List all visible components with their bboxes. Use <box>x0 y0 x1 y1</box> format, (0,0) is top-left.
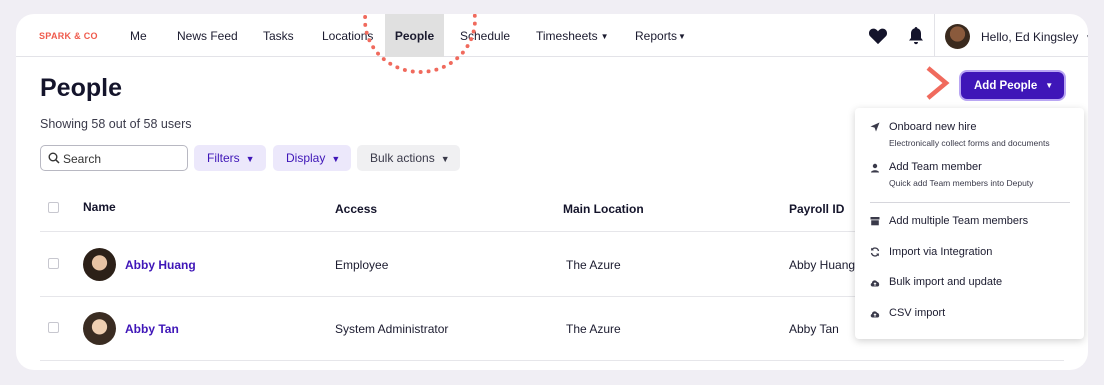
caret-down-icon: ▼ <box>600 32 609 41</box>
brand-logo[interactable]: SPARK & CO <box>39 31 98 41</box>
select-all-checkbox[interactable] <box>48 202 59 213</box>
location-cell: The Azure <box>566 258 621 272</box>
add-people-button[interactable]: Add People ▼ <box>961 72 1064 99</box>
nav-item-reports-label: Reports <box>635 29 678 43</box>
add-people-label: Add People <box>974 80 1038 92</box>
store-icon <box>870 217 880 226</box>
access-cell: System Administrator <box>335 322 449 336</box>
cloud-upload-icon <box>870 280 880 287</box>
chevron-down-icon: ▼ <box>331 154 341 164</box>
menu-item-label: CSV import <box>889 307 946 319</box>
bulk-actions-label: Bulk actions <box>370 151 435 165</box>
chevron-down-icon: ▼ <box>440 154 450 164</box>
location-cell: The Azure <box>566 322 621 336</box>
filters-label: Filters <box>207 151 240 165</box>
avatar <box>83 248 116 281</box>
column-header-main-location[interactable]: Main Location <box>563 202 644 216</box>
heart-icon[interactable] <box>868 27 888 45</box>
menu-item-label: Add Team member <box>889 161 982 173</box>
search-icon <box>48 152 60 164</box>
avatar <box>83 312 116 345</box>
nav-item-timesheets-label: Timesheets <box>536 29 598 43</box>
top-nav: SPARK & CO Me News Feed Tasks Locations … <box>16 14 1088 74</box>
menu-item-description: Electronically collect forms and documen… <box>889 138 1050 148</box>
display-button[interactable]: Display ▼ <box>273 145 351 171</box>
bulk-actions-button[interactable]: Bulk actions ▼ <box>357 145 460 171</box>
menu-item-bulk-import-and-update[interactable]: Bulk import and update <box>855 272 1084 296</box>
bell-icon[interactable] <box>908 26 924 45</box>
nav-item-news-feed[interactable]: News Feed <box>177 14 238 57</box>
menu-item-csv-import[interactable]: CSV import <box>855 303 1084 327</box>
row-divider <box>40 360 1064 361</box>
nav-item-timesheets[interactable]: Timesheets ▼ <box>536 14 609 57</box>
payroll-id-cell: Abby Huang <box>789 258 856 272</box>
column-header-name[interactable]: Name <box>83 200 116 214</box>
pointer-chevron-icon <box>926 66 950 100</box>
menu-item-description: Quick add Team members into Deputy <box>889 178 1034 188</box>
filters-button[interactable]: Filters ▼ <box>194 145 266 171</box>
user-menu[interactable]: Hello, Ed Kingsley ▼ <box>981 30 1088 44</box>
menu-item-onboard-new-hire[interactable]: Onboard new hire Electronically collect … <box>855 108 1084 152</box>
user-count: Showing 58 out of 58 users <box>40 117 192 131</box>
cloud-upload-icon <box>870 311 880 318</box>
nav-item-reports[interactable]: Reports▼ <box>635 14 686 57</box>
highlight-dotted-circle <box>363 14 477 74</box>
row-checkbox[interactable] <box>48 322 59 333</box>
user-greeting: Hello, Ed Kingsley <box>981 30 1079 44</box>
search-input[interactable] <box>63 150 181 167</box>
menu-item-label: Onboard new hire <box>889 121 977 133</box>
person-icon <box>871 163 879 173</box>
send-icon <box>870 122 880 132</box>
column-header-payroll-id[interactable]: Payroll ID <box>789 202 844 216</box>
access-cell: Employee <box>335 258 389 272</box>
person-name-link[interactable]: Abby Huang <box>125 258 196 272</box>
caret-down-icon: ▼ <box>1085 33 1088 42</box>
avatar[interactable] <box>945 24 970 49</box>
column-header-access[interactable]: Access <box>335 202 377 216</box>
row-checkbox[interactable] <box>48 258 59 269</box>
page-title: People <box>40 74 122 102</box>
search-box[interactable] <box>40 145 188 171</box>
sync-icon <box>870 247 880 257</box>
menu-item-label: Add multiple Team members <box>889 215 1029 227</box>
menu-item-label: Bulk import and update <box>889 276 1003 288</box>
caret-down-icon: ▼ <box>678 32 686 41</box>
display-label: Display <box>286 151 326 165</box>
menu-item-add-multiple-team-members[interactable]: Add multiple Team members <box>855 211 1084 235</box>
chevron-down-icon: ▼ <box>245 154 255 164</box>
payroll-id-cell: Abby Tan <box>789 322 839 336</box>
nav-divider <box>934 14 935 57</box>
add-people-dropdown: Onboard new hire Electronically collect … <box>855 108 1084 339</box>
menu-separator <box>870 202 1070 203</box>
nav-item-tasks[interactable]: Tasks <box>263 14 294 57</box>
people-page-card: SPARK & CO Me News Feed Tasks Locations … <box>16 14 1088 370</box>
menu-item-add-team-member[interactable]: Add Team member Quick add Team members i… <box>855 155 1084 195</box>
nav-item-me[interactable]: Me <box>130 14 147 57</box>
menu-item-import-via-integration[interactable]: Import via Integration <box>855 242 1084 266</box>
caret-down-icon: ▼ <box>1045 81 1054 90</box>
menu-item-label: Import via Integration <box>889 246 993 258</box>
person-name-link[interactable]: Abby Tan <box>125 322 179 336</box>
